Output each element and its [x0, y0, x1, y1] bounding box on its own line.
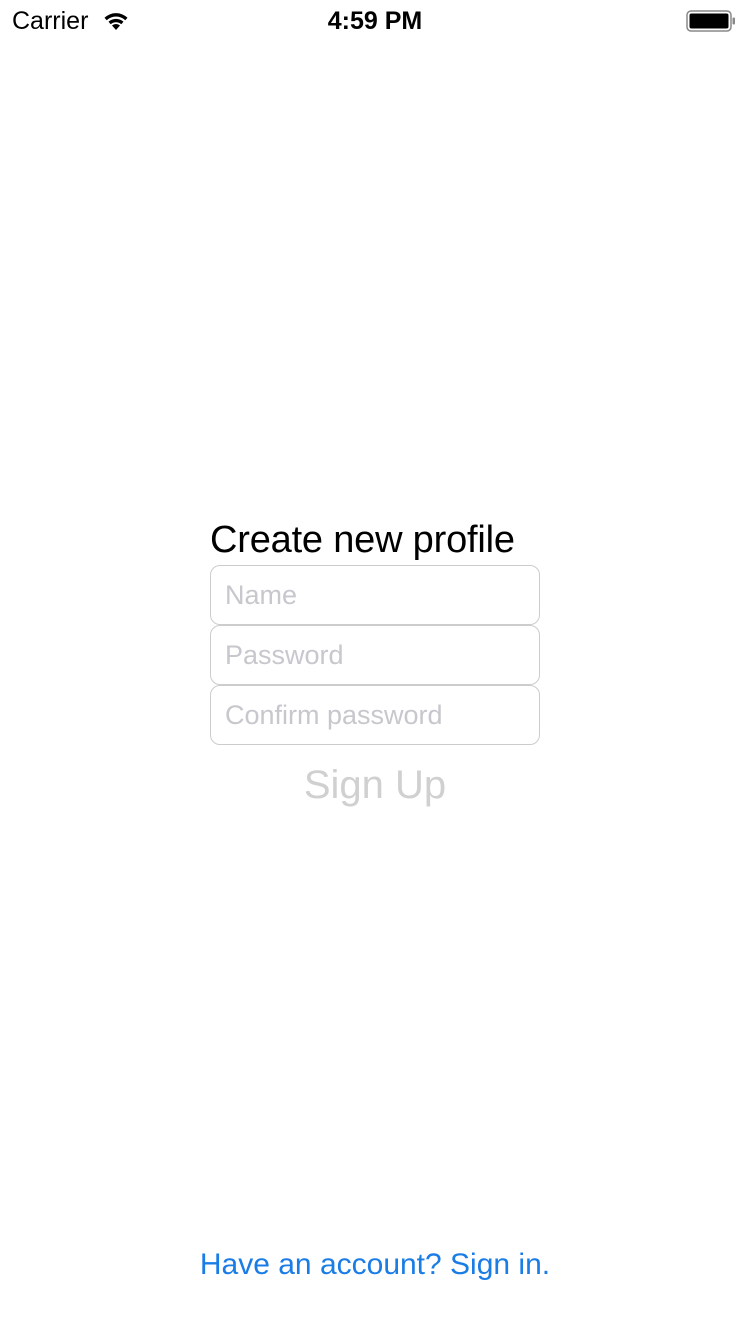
password-field[interactable]: [210, 625, 540, 685]
status-bar: Carrier 4:59 PM: [0, 0, 750, 40]
sign-up-button[interactable]: Sign Up: [210, 753, 540, 817]
confirm-password-field[interactable]: [210, 685, 540, 745]
signup-form: Create new profile Sign Up: [210, 515, 540, 817]
name-field[interactable]: [210, 565, 540, 625]
page-title: Create new profile: [210, 519, 515, 561]
battery-icon: [686, 10, 736, 32]
sign-in-link[interactable]: Have an account? Sign in.: [0, 1244, 750, 1286]
clock: 4:59 PM: [327, 7, 423, 35]
